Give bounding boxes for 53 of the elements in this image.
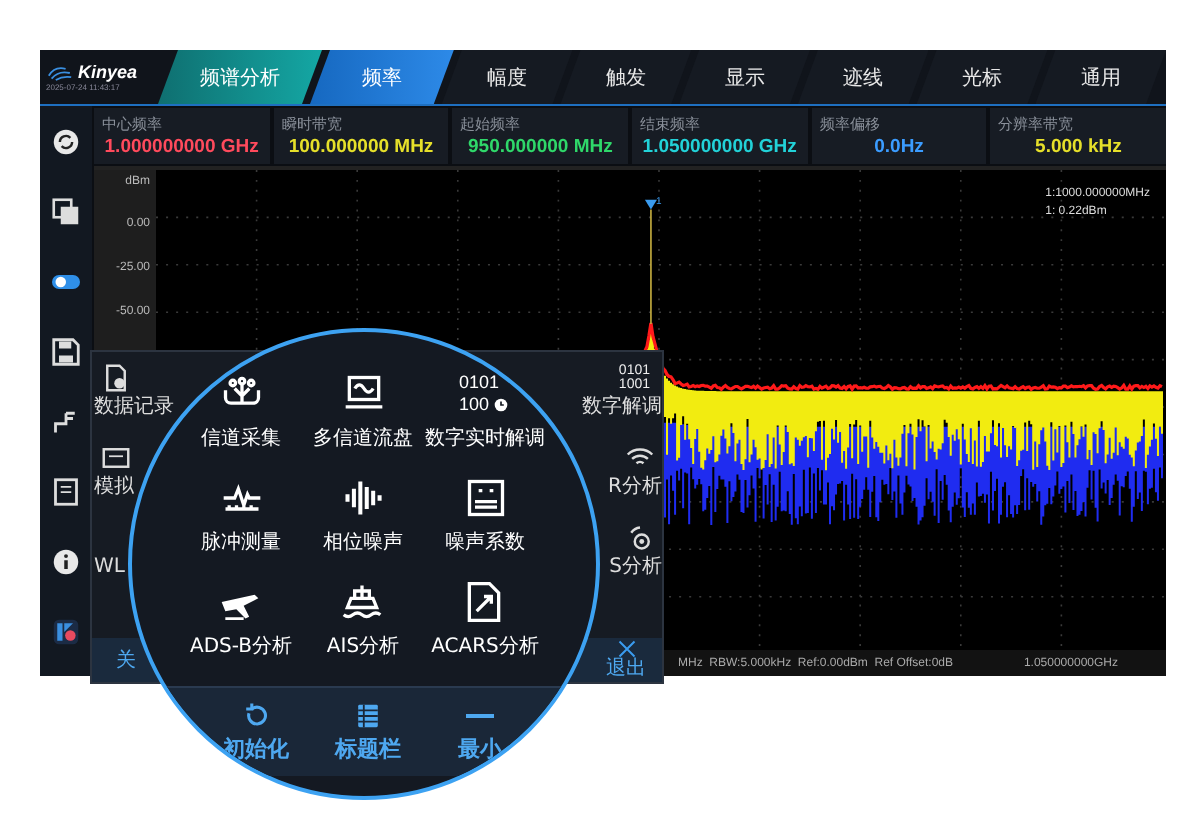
radar-icon [626, 524, 654, 552]
wave-icon [341, 476, 385, 520]
app-menu-item[interactable]: 脉冲测量 [201, 476, 281, 570]
menu-tab[interactable]: 触发 [560, 50, 692, 104]
app-menu-item[interactable]: ACARS分析 [431, 580, 539, 674]
app-menu-item[interactable]: 0101 100 数字实时解调 [425, 372, 545, 466]
marker-icon[interactable] [644, 199, 657, 210]
app-menu-item[interactable]: AIS分析 [326, 580, 400, 674]
panel-icon [102, 444, 130, 472]
menu-tab[interactable]: 通用 [1035, 50, 1167, 104]
app-menu-item[interactable]: 噪声系数 [445, 476, 525, 570]
app-menu-item[interactable]: WL [92, 524, 125, 580]
app-menu-item[interactable]: 信道采集 [201, 372, 281, 466]
menu-tab[interactable]: 幅度 [441, 50, 573, 104]
connector-icon[interactable] [52, 408, 80, 436]
menu-tab[interactable]: 迹线 [797, 50, 929, 104]
parameter-value: 950.000000 MHz [466, 135, 615, 159]
parameter-value: 1.050000000 GHz [640, 135, 799, 159]
app-menu-item[interactable]: 模拟 [92, 444, 138, 500]
menu-tab[interactable]: 显示 [679, 50, 810, 104]
info-icon[interactable] [52, 548, 80, 576]
minus-icon [466, 713, 494, 717]
clock-icon [493, 398, 507, 412]
refresh-icon[interactable] [52, 128, 80, 156]
app-menu-item[interactable]: ADS-B分析 [189, 580, 292, 674]
meter-icon [463, 476, 507, 520]
windows-icon[interactable] [52, 198, 80, 226]
app-menu-item[interactable]: R分析 [608, 444, 662, 500]
app-menu-item[interactable]: 关 [116, 646, 136, 674]
parameter-value: 1.000000000 GHz [102, 135, 261, 159]
close-icon [617, 640, 635, 658]
document-icon [102, 364, 130, 392]
ship-icon [340, 580, 385, 624]
app-menu-item[interactable]: S分析 [609, 524, 662, 580]
brand-name: Kinyea [78, 62, 138, 82]
reset-icon [242, 701, 270, 729]
document-icon[interactable] [52, 478, 80, 506]
app-menu-item[interactable]: 多信道流盘 [313, 372, 413, 466]
menu-tab[interactable]: 频率 [310, 50, 454, 104]
save-icon[interactable] [52, 338, 80, 366]
list-icon [354, 701, 382, 729]
exit-button[interactable]: 退出 [606, 640, 646, 680]
parameter-value: 0.0Hz [872, 135, 926, 159]
swirl-logo-icon [46, 63, 74, 81]
mode-tab[interactable]: 频谱分析 [158, 50, 322, 104]
parameter-value: 5.000 kHz [1033, 135, 1124, 159]
app-menu-item[interactable]: 相位噪声 [323, 476, 403, 570]
toolbar-button[interactable]: 标题栏 [312, 688, 424, 776]
parameter-value: 100.000000 MHz [286, 135, 436, 159]
toolbar-button[interactable]: 最小 [424, 688, 536, 776]
app-logo-icon[interactable] [52, 618, 80, 646]
app-menu-item[interactable]: 数据记录 [92, 364, 174, 420]
menu-tab[interactable]: 光标 [916, 50, 1048, 104]
